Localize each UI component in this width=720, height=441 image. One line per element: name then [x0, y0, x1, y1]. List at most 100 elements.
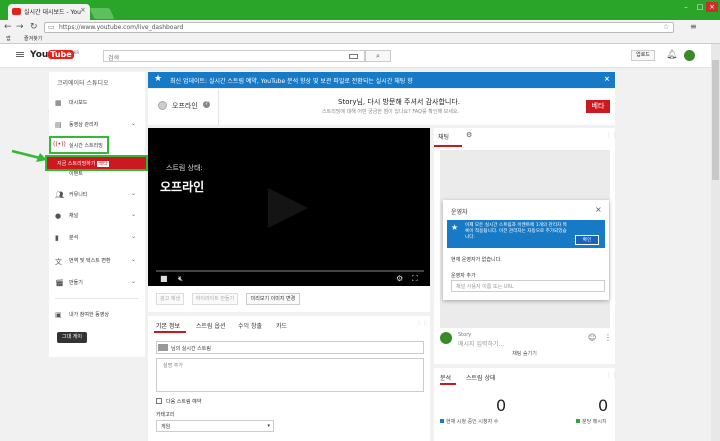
- create-icon: 🎬︎: [55, 279, 64, 287]
- sidebar-item-label: 내가 참여한 동영상: [69, 312, 109, 318]
- avatar[interactable]: [684, 50, 695, 61]
- chevron-down-icon: ⌄: [131, 278, 137, 285]
- dialog-title: 운영자: [451, 209, 468, 216]
- bell-icon[interactable]: 🔔︎: [666, 50, 677, 60]
- offline-label: 오프라인: [172, 102, 198, 110]
- tab-stream-options[interactable]: 스트림 옵션: [196, 321, 226, 330]
- confirm-button[interactable]: 확인: [575, 235, 599, 245]
- category-select[interactable]: 게임 ▾: [156, 420, 274, 432]
- tab-monetization[interactable]: 수익 창출: [238, 321, 262, 330]
- video-player[interactable]: 스트림 상태: 오프라인 ■ 🔇︎ ⚙ ⛶: [148, 128, 430, 286]
- offline-indicator: [158, 101, 167, 110]
- sidebar-item-create[interactable]: 🎬︎ 만들기 ⌄: [49, 274, 145, 292]
- next-stream-checkbox[interactable]: [156, 398, 162, 404]
- sidebar-item-contributions[interactable]: ▣ 내가 참여한 동영상: [49, 306, 145, 324]
- youtube-watermark-icon: [268, 188, 308, 228]
- dashboard-icon: ▦: [55, 99, 62, 107]
- youtube-logo[interactable]: You Tube KR: [30, 50, 79, 60]
- announcement-star-icon: ★: [154, 74, 163, 84]
- close-icon[interactable]: ×: [595, 205, 602, 214]
- bookmark-favorites[interactable]: 즐겨찾기: [24, 35, 42, 42]
- sidebar-item-live-streaming[interactable]: ((•)) 실시간 스트리밍: [49, 136, 109, 154]
- change-thumbnail-button[interactable]: 미리보기 이미지 변경: [246, 293, 300, 305]
- sidebar-item-label: 대시보드: [69, 100, 88, 106]
- reload-icon[interactable]: ↻: [30, 21, 38, 33]
- analytics-icon: ▮: [55, 234, 59, 242]
- sidebar-item-video-manager[interactable]: ▤ 동영상 관리자 ⌄: [49, 116, 145, 134]
- stream-now-badge: 베타: [97, 161, 109, 167]
- maximize-button[interactable]: □: [694, 2, 706, 12]
- notice-text: 이제 모든 실시간 스트림과 이벤트에 1개의 관리자 목록이 적용됩니다. 이…: [465, 223, 567, 241]
- chevron-down-icon: ⌄: [131, 120, 137, 127]
- more-options-icon[interactable]: ⋮: [604, 333, 612, 342]
- redacted-name: [158, 344, 168, 351]
- emoji-icon[interactable]: ☺: [588, 333, 596, 342]
- sidebar-item-channel[interactable]: ● 채널 ⌄: [49, 207, 145, 225]
- menu-icon[interactable]: ≡: [690, 21, 697, 33]
- bookmark-apps[interactable]: 앱: [6, 35, 11, 42]
- play-ad-button[interactable]: 광고 재생: [156, 293, 184, 305]
- community-icon: 👥︎: [55, 191, 64, 199]
- create-highlight-button[interactable]: 하이라이트 만들기: [192, 293, 238, 305]
- title-input[interactable]: 님의 실시간 스트림: [156, 341, 424, 354]
- fullscreen-icon[interactable]: ⛶: [412, 274, 418, 284]
- tab-close-icon[interactable]: ×: [80, 6, 86, 14]
- gear-icon[interactable]: ⚙: [466, 131, 472, 139]
- back-icon[interactable]: ←: [4, 21, 12, 33]
- guide-menu-icon[interactable]: [16, 52, 24, 53]
- progress-bar[interactable]: [156, 270, 424, 272]
- minimize-button[interactable]: –: [680, 2, 692, 12]
- drag-handle-icon[interactable]: ⋮⋮: [606, 132, 618, 139]
- help-icon[interactable]: ?: [203, 101, 210, 108]
- scrollbar-thumb[interactable]: [712, 60, 719, 180]
- search-input[interactable]: 검색: [103, 50, 365, 62]
- address-bar[interactable]: ▭ https://www.youtube.com/live_dashboard…: [44, 22, 674, 33]
- upload-button[interactable]: 업로드: [631, 50, 655, 61]
- avatar: [440, 332, 452, 344]
- mute-icon[interactable]: 🔇︎: [178, 274, 183, 284]
- sidebar-item-events[interactable]: 이벤트: [69, 170, 83, 177]
- sidebar-item-translations[interactable]: 文 번역 및 텍스트 변환 ⌄: [49, 252, 145, 270]
- youtube-favicon-icon: [12, 8, 21, 15]
- star-icon[interactable]: ☆: [663, 23, 669, 31]
- channel-icon: ●: [55, 212, 62, 220]
- chevron-down-icon: ⌄: [131, 190, 137, 197]
- stream-status-bar: 오프라인 ? Story님, 다시 방문해 주셔서 감사합니다. 스트리밍에 대…: [148, 89, 615, 125]
- tab-cards[interactable]: 카드: [276, 321, 287, 330]
- chat-message-input[interactable]: 메시지 입력하기...: [458, 339, 504, 348]
- tab-basic-info[interactable]: 기본 정보: [156, 321, 180, 330]
- sidebar-item-stream-now[interactable]: 지금 스트리밍하기 베타: [45, 155, 148, 171]
- browser-tab[interactable]: 실시간 대시보드 - You ×: [8, 4, 90, 20]
- sidebar-item-community[interactable]: 👥︎ 커뮤니티 ⌄: [49, 186, 145, 204]
- search-button[interactable]: ⌕: [365, 50, 391, 62]
- description-input[interactable]: 설명 추가: [156, 358, 424, 392]
- drag-handle-icon[interactable]: ⋮⋮: [606, 372, 618, 379]
- add-moderator-input[interactable]: 채널 사용자 이름 또는 URL: [451, 280, 605, 292]
- sidebar-item-dashboard[interactable]: ▦ 대시보드: [49, 94, 145, 112]
- hide-chat-link[interactable]: 채팅 숨기기: [434, 350, 615, 357]
- sidebar-title: 크리에이터 스튜디오: [57, 80, 109, 87]
- stream-status-label: 스트림 상태:: [166, 164, 203, 172]
- sidebar-item-analytics[interactable]: ▮ 분석 ⌄: [49, 229, 145, 247]
- chevron-down-icon: ⌄: [131, 256, 137, 263]
- gear-icon[interactable]: ⚙: [396, 274, 403, 283]
- tab-chat[interactable]: 채팅: [438, 132, 449, 141]
- sidebar-item-label: 채널: [69, 213, 79, 219]
- active-tab-indicator: [154, 331, 186, 333]
- creator-studio-classic-button[interactable]: 그대 게이: [57, 332, 87, 343]
- active-tab-indicator: [434, 145, 462, 147]
- chevron-down-icon: ▾: [267, 423, 270, 429]
- close-icon[interactable]: ×: [604, 75, 610, 83]
- live-icon: ((•)): [53, 141, 66, 148]
- page-icon: ▭: [48, 23, 55, 31]
- tab-stream-health[interactable]: 스트림 상태: [466, 373, 496, 382]
- tab-analytics[interactable]: 분석: [440, 373, 451, 382]
- notice-star-icon: ★: [451, 223, 459, 232]
- sidebar-item-label: 동영상 관리자: [69, 122, 99, 128]
- drag-handle-icon[interactable]: ⋮⋮: [416, 320, 428, 327]
- add-moderator-label: 운영자 추가: [451, 273, 476, 279]
- forward-icon[interactable]: →: [16, 21, 24, 33]
- close-window-button[interactable]: ×: [706, 2, 718, 12]
- keyboard-icon[interactable]: [349, 54, 358, 59]
- stop-icon[interactable]: ■: [160, 274, 168, 283]
